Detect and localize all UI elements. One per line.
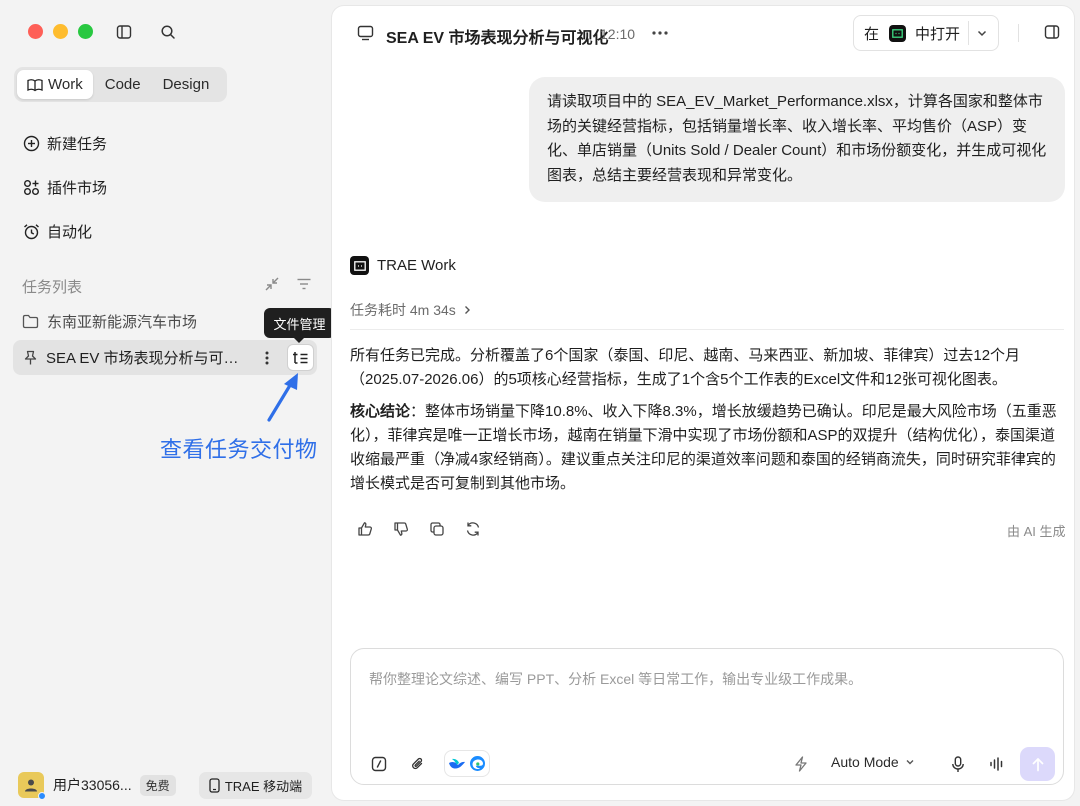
arrow-up-icon — [1032, 757, 1043, 771]
more-horizontal-icon[interactable] — [650, 23, 670, 43]
user-icon — [25, 779, 37, 792]
online-status-dot — [38, 792, 46, 800]
mode-tab-label: Code — [104, 76, 141, 93]
copy-icon[interactable] — [428, 520, 446, 538]
window-controls — [28, 24, 93, 39]
open-in-button[interactable]: 在 中打开 — [853, 15, 999, 51]
file-tree-icon — [293, 351, 308, 364]
chevron-down-icon — [905, 757, 915, 767]
mode-tab-code[interactable]: Code — [95, 70, 151, 99]
voice-wave-icon[interactable] — [987, 754, 1007, 774]
monitor-icon — [357, 25, 374, 46]
agent-response: 所有任务已完成。分析覆盖了6个国家（泰国、印尼、越南、马来西亚、新加坡、菲律宾）… — [350, 344, 1064, 504]
mode-tab-label: Design — [162, 76, 210, 93]
plus-circle-icon — [22, 134, 40, 152]
agent-header: TRAE Work — [350, 256, 456, 275]
task-list-title: 任务列表 — [22, 278, 83, 296]
nav-new-task[interactable]: 新建任务 — [22, 131, 107, 155]
lark-bird-icon — [449, 758, 465, 769]
folder-icon — [22, 314, 39, 329]
plan-badge: 免费 — [139, 774, 176, 796]
task-duration[interactable]: 任务耗时 4m 34s — [350, 300, 471, 320]
collapse-icon[interactable] — [264, 276, 280, 296]
file-manager-tooltip: 文件管理 — [264, 308, 335, 343]
task-folder[interactable]: 东南亚新能源汽车市场 — [22, 310, 197, 332]
mode-selector[interactable]: Auto Mode — [831, 754, 915, 770]
filter-icon[interactable] — [296, 276, 312, 296]
mode-tab-design[interactable]: Design — [153, 70, 220, 99]
avatar — [18, 772, 46, 800]
mode-tab-label: Work — [48, 76, 83, 93]
app-window: Work Code Design 新建任务 插件市场 自动化 任务列表 东南亚新… — [0, 0, 1080, 806]
close-window-button[interactable] — [28, 24, 43, 39]
lightning-icon[interactable] — [791, 754, 811, 774]
task-title: SEA EV 市场表现分析与可视化 — [46, 350, 240, 367]
mobile-app-button[interactable]: TRAE 移动端 — [199, 772, 312, 799]
phone-icon — [209, 778, 220, 793]
duration-text: 任务耗时 4m 34s — [350, 302, 456, 318]
pin-icon — [23, 350, 38, 366]
nav-label: 自动化 — [47, 223, 93, 241]
user-name: 用户33056... — [53, 777, 132, 793]
regenerate-icon[interactable] — [464, 520, 482, 538]
edge-browser-icon — [470, 756, 485, 771]
nav-label: 新建任务 — [47, 135, 108, 153]
minimize-window-button[interactable] — [53, 24, 68, 39]
task-item-active[interactable]: SEA EV 市场表现分析与可视化 — [13, 340, 317, 375]
composer-input[interactable]: 帮你整理论文综述、编写 PPT、分析 Excel 等日常工作，输出专业级工作成果… — [369, 669, 862, 689]
trae-work-logo-icon — [350, 256, 369, 275]
search-icon[interactable] — [158, 22, 178, 42]
response-actions — [356, 520, 482, 538]
plugin-grid-icon — [22, 178, 40, 196]
sidebar: Work Code Design 新建任务 插件市场 自动化 任务列表 东南亚新… — [0, 0, 335, 806]
right-panel-toggle-icon[interactable] — [1044, 24, 1060, 45]
more-vertical-icon[interactable] — [261, 349, 273, 367]
nav-label: 插件市场 — [47, 179, 108, 197]
mode-tab-work[interactable]: Work — [17, 70, 93, 99]
sidebar-toggle-icon[interactable] — [114, 22, 134, 42]
open-in-label: 中打开 — [915, 25, 961, 43]
user-profile[interactable]: 用户33056... 免费 — [18, 771, 176, 800]
microphone-icon[interactable] — [948, 754, 968, 774]
nav-automation[interactable]: 自动化 — [22, 219, 92, 243]
connected-apps[interactable] — [444, 750, 490, 777]
chevron-right-icon — [463, 305, 471, 315]
conclusion-label: 核心结论 — [350, 403, 411, 420]
book-icon — [27, 78, 43, 92]
composer[interactable]: 帮你整理论文综述、编写 PPT、分析 Excel 等日常工作，输出专业级工作成果… — [350, 648, 1064, 785]
attachment-icon[interactable] — [408, 754, 428, 774]
chat-time: 12:10 — [600, 26, 636, 42]
annotation-arrow-icon — [267, 373, 298, 422]
main-panel: SEA EV 市场表现分析与可视化 12:10 在 中打开 请读取项目中的 SE… — [332, 6, 1074, 800]
user-message-bubble: 请读取项目中的 SEA_EV_Market_Performance.xlsx，计… — [529, 77, 1065, 202]
mode-label: Auto Mode — [831, 754, 899, 770]
response-summary: 所有任务已完成。分析覆盖了6个国家（泰国、印尼、越南、马来西亚、新加坡、菲律宾）… — [350, 347, 1021, 388]
chevron-down-icon[interactable] — [976, 26, 988, 43]
open-in-prefix: 在 — [864, 25, 880, 43]
agent-name: TRAE Work — [377, 257, 456, 274]
header-divider — [1018, 24, 1019, 42]
zoom-window-button[interactable] — [78, 24, 93, 39]
file-manager-button[interactable] — [287, 344, 314, 371]
ai-generated-label: 由 AI 生成 — [1007, 524, 1066, 539]
trae-app-icon — [889, 24, 907, 42]
task-list-header: 任务列表 — [22, 276, 312, 296]
chat-title: SEA EV 市场表现分析与可视化 — [386, 30, 609, 47]
chat-header: SEA EV 市场表现分析与可视化 12:10 在 中打开 — [332, 6, 1074, 61]
mode-switcher: Work Code Design — [14, 67, 227, 102]
send-button[interactable] — [1020, 747, 1055, 781]
conclusion-text: ：整体市场销量下降10.8%、收入下降8.3%，增长放缓趋势已确认。印尼是最大风… — [350, 403, 1057, 492]
thumbs-down-icon[interactable] — [392, 520, 410, 538]
slash-command-icon[interactable] — [369, 754, 389, 774]
alarm-clock-icon — [22, 222, 40, 240]
open-in-divider — [968, 21, 969, 45]
annotation-text: 查看任务交付物 — [160, 437, 318, 462]
nav-plugin-market[interactable]: 插件市场 — [22, 175, 107, 199]
mobile-label: TRAE 移动端 — [224, 779, 303, 794]
response-conclusion: 核心结论：整体市场销量下降10.8%、收入下降8.3%，增长放缓趋势已确认。印尼… — [350, 400, 1064, 496]
thumbs-up-icon[interactable] — [356, 520, 374, 538]
section-divider — [350, 329, 1064, 330]
folder-label: 东南亚新能源汽车市场 — [47, 313, 198, 331]
